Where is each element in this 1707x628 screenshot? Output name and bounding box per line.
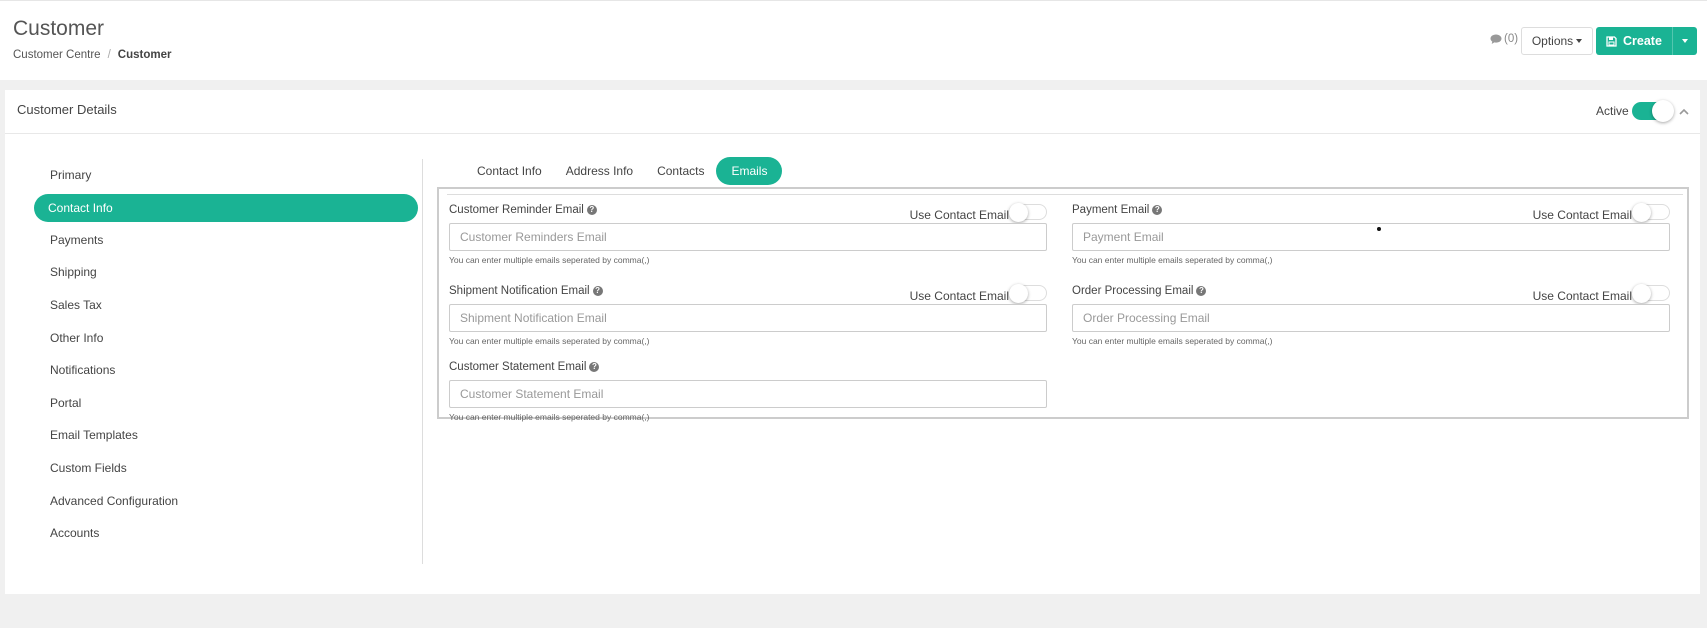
shipment-notification-email-input[interactable]: [449, 304, 1047, 332]
payment-label-text: Payment Email: [1072, 204, 1150, 216]
help-icon[interactable]: ?: [1196, 286, 1207, 296]
sidebar-item-contact-info[interactable]: Contact Info: [34, 193, 418, 222]
customer-details-card: Customer Details Active Primary Contact …: [5, 90, 1700, 594]
sidebar-item-payments[interactable]: Payments: [34, 224, 424, 257]
active-toggle[interactable]: [1632, 100, 1674, 122]
tab-contacts[interactable]: Contacts: [645, 157, 716, 185]
sidebar-divider: [422, 159, 423, 564]
sidebar-nav: Primary Contact Info Payments Shipping S…: [34, 159, 424, 550]
page-title: Customer: [13, 17, 105, 40]
sidebar-item-custom-fields[interactable]: Custom Fields: [34, 452, 424, 485]
order-processing-label: Order Processing Email?: [1072, 285, 1207, 297]
caret-down-icon: [1682, 39, 1688, 43]
sidebar-item-notifications[interactable]: Notifications: [34, 354, 424, 387]
tab-contact-info[interactable]: Contact Info: [465, 157, 554, 185]
help-icon[interactable]: ?: [586, 205, 597, 215]
customer-statement-hint: You can enter multiple emails seperated …: [449, 412, 650, 422]
order-processing-email-input[interactable]: [1072, 304, 1670, 332]
customer-reminder-label: Customer Reminder Email?: [449, 204, 597, 216]
customer-reminder-hint: You can enter multiple emails seperated …: [449, 255, 650, 265]
breadcrumb-item-customer-centre[interactable]: Customer Centre: [13, 49, 101, 61]
toggle-knob: [1652, 100, 1674, 122]
customer-statement-label-text: Customer Statement Email: [449, 361, 587, 373]
sidebar-item-sales-tax[interactable]: Sales Tax: [34, 289, 424, 322]
shipment-notification-hint: You can enter multiple emails seperated …: [449, 336, 650, 346]
create-button-group: Create: [1596, 27, 1697, 55]
chevron-up-icon[interactable]: [1677, 104, 1691, 118]
sidebar-item-advanced-configuration[interactable]: Advanced Configuration: [34, 484, 424, 517]
breadcrumb: Customer Centre / Customer: [13, 49, 171, 61]
payment-label: Payment Email?: [1072, 204, 1163, 216]
emails-panel: Customer Reminder Email? Use Contact Ema…: [437, 187, 1689, 422]
breadcrumb-item-customer: Customer: [117, 49, 172, 61]
comments-count: (0): [1504, 33, 1519, 45]
use-contact-label: Use Contact Email: [1532, 208, 1632, 222]
save-icon: [1606, 35, 1617, 47]
options-label: Options: [1531, 34, 1574, 48]
sidebar-item-shipping[interactable]: Shipping: [34, 256, 424, 289]
panel-divider: [447, 194, 1683, 195]
tab-address-info[interactable]: Address Info: [554, 157, 645, 185]
shipment-notification-label-text: Shipment Notification Email: [449, 285, 590, 297]
tab-bar: Contact Info Address Info Contacts Email…: [465, 157, 783, 185]
create-label: Create: [1623, 34, 1662, 48]
toggle-knob: [1009, 203, 1028, 222]
customer-statement-label: Customer Statement Email?: [449, 361, 600, 373]
order-processing-hint: You can enter multiple emails seperated …: [1072, 336, 1273, 346]
customer-reminder-use-contact-toggle[interactable]: [1009, 203, 1047, 222]
sidebar-item-other-info[interactable]: Other Info: [34, 321, 424, 354]
customer-reminder-label-text: Customer Reminder Email: [449, 204, 584, 216]
create-button[interactable]: Create: [1596, 34, 1672, 48]
sidebar-item-email-templates[interactable]: Email Templates: [34, 419, 424, 452]
card-header: Customer Details Active: [5, 90, 1700, 134]
shipment-notification-label: Shipment Notification Email?: [449, 285, 603, 297]
payment-use-contact-toggle[interactable]: [1632, 203, 1670, 222]
active-label: Active: [1596, 104, 1629, 118]
use-contact-label: Use Contact Email: [909, 289, 1009, 303]
create-dropdown-toggle[interactable]: [1672, 27, 1697, 55]
options-button[interactable]: Options: [1521, 27, 1593, 55]
help-icon[interactable]: ?: [1152, 205, 1163, 215]
breadcrumb-separator: /: [107, 49, 111, 61]
tab-emails[interactable]: Emails: [716, 157, 783, 185]
comment-icon: [1490, 34, 1502, 44]
toggle-knob: [1632, 203, 1651, 222]
page-header: Customer Customer Centre / Customer (0) Op…: [0, 0, 1707, 80]
use-contact-label: Use Contact Email: [1532, 289, 1632, 303]
toggle-knob: [1632, 284, 1651, 303]
cursor-dot: [1377, 227, 1381, 231]
comments-button[interactable]: (0): [1490, 33, 1518, 45]
order-processing-label-text: Order Processing Email: [1072, 285, 1194, 297]
use-contact-label: Use Contact Email: [909, 208, 1009, 222]
card-title: Customer Details: [17, 102, 117, 117]
help-icon[interactable]: ?: [592, 286, 603, 296]
customer-statement-email-input[interactable]: [449, 380, 1047, 408]
sidebar-item-portal[interactable]: Portal: [34, 387, 424, 420]
shipment-notification-use-contact-toggle[interactable]: [1009, 284, 1047, 303]
payment-hint: You can enter multiple emails seperated …: [1072, 255, 1273, 265]
caret-down-icon: [1576, 39, 1583, 43]
toggle-knob: [1009, 284, 1028, 303]
sidebar-item-primary[interactable]: Primary: [34, 159, 424, 192]
sidebar-item-accounts[interactable]: Accounts: [34, 517, 424, 550]
help-icon[interactable]: ?: [589, 362, 600, 372]
payment-email-input[interactable]: [1072, 223, 1670, 251]
order-processing-use-contact-toggle[interactable]: [1632, 284, 1670, 303]
customer-reminder-email-input[interactable]: [449, 223, 1047, 251]
